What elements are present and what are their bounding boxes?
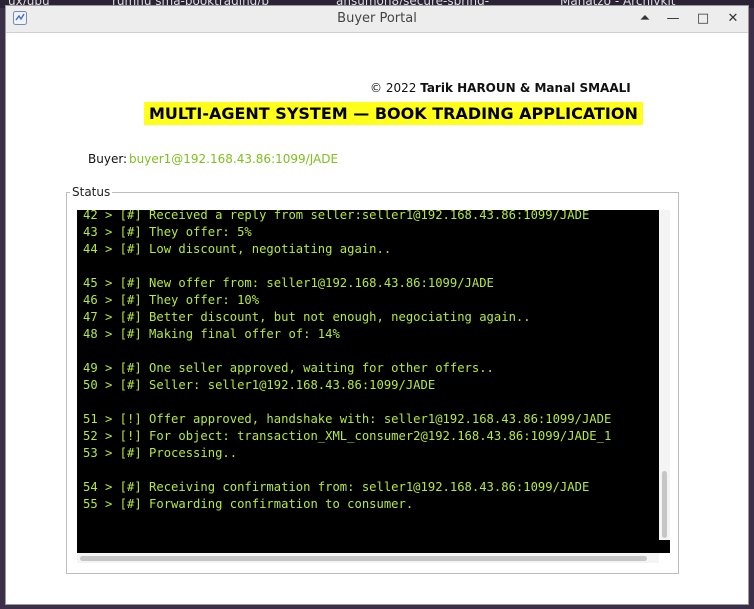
console-lines: 42 > [#] Received a reply from seller:se… xyxy=(83,210,611,513)
vertical-scroll-thumb[interactable] xyxy=(662,471,667,538)
keep-above-button[interactable]: ⏶ xyxy=(634,9,656,29)
console-line: 55 > [#] Forwarding confirmation to cons… xyxy=(83,497,414,511)
console-line: 45 > [#] New offer from: seller1@192.168… xyxy=(83,276,494,290)
title-bar[interactable]: Buyer Portal ⏶ — □ ✕ xyxy=(6,6,748,33)
window-content: © 2022 Tarik HAROUN & Manal SMAALI MULTI… xyxy=(6,33,748,604)
console-line: 53 > [#] Processing.. xyxy=(83,446,238,460)
buyer-portal-window: Buyer Portal ⏶ — □ ✕ © 2022 Tarik HAROUN… xyxy=(5,5,749,605)
copyright-year: © 2022 xyxy=(370,81,417,95)
app-headline: MULTI-AGENT SYSTEM — BOOK TRADING APPLIC… xyxy=(144,102,643,125)
close-button[interactable]: ✕ xyxy=(722,9,744,29)
console-line: 44 > [#] Low discount, negotiating again… xyxy=(83,242,392,256)
authors: Tarik HAROUN & Manal SMAALI xyxy=(420,81,631,95)
buyer-address: buyer1@192.168.43.86:1099/JADE xyxy=(129,152,339,166)
console-line: 51 > [!] Offer approved, handshake with:… xyxy=(83,412,612,426)
console-line: 49 > [#] One seller approved, waiting fo… xyxy=(83,361,494,375)
console-line: 50 > [#] Seller: seller1@192.168.43.86:1… xyxy=(83,378,436,392)
buyer-label: Buyer: xyxy=(88,152,128,166)
console-line: 46 > [#] They offer: 10% xyxy=(83,293,260,307)
console-line: 52 > [!] For object: transaction_XML_con… xyxy=(83,429,612,443)
console-line: 47 > [#] Better discount, but not enough… xyxy=(83,310,531,324)
minimize-button[interactable]: — xyxy=(662,9,684,29)
status-legend: Status xyxy=(70,185,113,199)
console-line: 48 > [#] Making final offer of: 14% xyxy=(83,327,340,341)
console-line: 43 > [#] They offer: 5% xyxy=(83,225,252,239)
console-line: 42 > [#] Received a reply from seller:se… xyxy=(83,210,590,222)
status-console[interactable]: 42 > [#] Received a reply from seller:se… xyxy=(77,210,670,553)
horizontal-scroll-thumb[interactable] xyxy=(80,556,647,561)
console-line: 54 > [#] Receiving confirmation from: se… xyxy=(83,480,590,494)
copyright-line: © 2022 Tarik HAROUN & Manal SMAALI xyxy=(370,81,631,95)
maximize-button[interactable]: □ xyxy=(692,9,714,29)
